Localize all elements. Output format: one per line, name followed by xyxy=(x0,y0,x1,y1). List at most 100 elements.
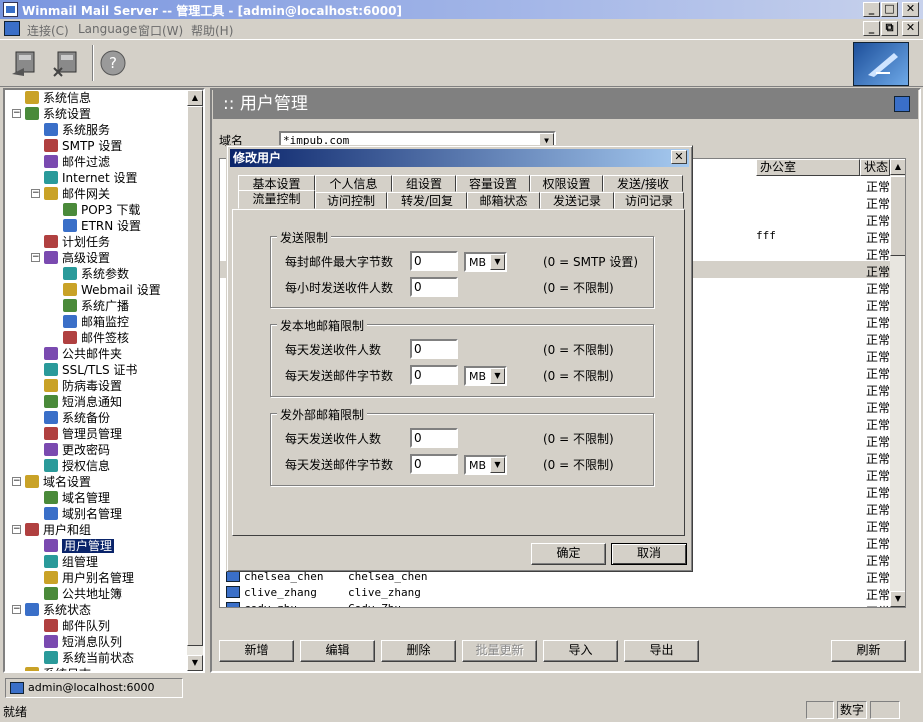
tab-row2-3[interactable]: 邮箱状态 xyxy=(467,192,540,209)
tree-item[interactable]: 邮件队列 xyxy=(44,618,110,634)
tab-3[interactable]: 容量设置 xyxy=(456,175,530,192)
tree-item[interactable]: 邮件过滤 xyxy=(44,154,110,170)
menu-language[interactable]: Language xyxy=(78,22,137,36)
chevron-down-icon[interactable]: ▼ xyxy=(490,457,505,473)
tree-item[interactable]: 系统状态 xyxy=(25,602,91,618)
refresh-button[interactable]: 刷新 xyxy=(831,640,906,662)
tree-item[interactable]: Internet 设置 xyxy=(44,170,137,186)
close-button[interactable]: ✕ xyxy=(902,2,919,17)
connection-tab[interactable]: admin@localhost:6000 xyxy=(5,678,183,698)
tree-item[interactable]: 系统广播 xyxy=(63,298,129,314)
expand-toggle-icon[interactable]: − xyxy=(12,109,21,118)
tab-row2-4[interactable]: 发送记录 xyxy=(540,192,614,209)
edit-button[interactable]: 编辑 xyxy=(300,640,375,662)
tree-item[interactable]: 更改密码 xyxy=(44,442,110,458)
disconnect-icon[interactable] xyxy=(52,46,86,80)
scroll-right-icon[interactable]: ▶ xyxy=(874,607,890,608)
tree-item[interactable]: 组管理 xyxy=(44,554,98,570)
tree-item[interactable]: SSL/TLS 证书 xyxy=(44,362,137,378)
child-close-button[interactable]: ✕ xyxy=(902,21,919,36)
tree-item[interactable]: 系统当前状态 xyxy=(44,650,134,666)
chevron-down-icon[interactable]: ▼ xyxy=(490,368,505,384)
number-input[interactable]: 0 xyxy=(410,277,458,297)
tree-item[interactable]: Webmail 设置 xyxy=(63,282,161,298)
scroll-left-icon[interactable]: ◀ xyxy=(220,607,236,608)
expand-toggle-icon[interactable]: − xyxy=(31,253,40,262)
tree-item[interactable]: 公共地址簿 xyxy=(44,586,122,602)
scroll-thumb[interactable] xyxy=(236,607,546,608)
tree-item[interactable]: 高级设置 xyxy=(44,250,110,266)
tree-item[interactable]: 授权信息 xyxy=(44,458,110,474)
list-vscrollbar[interactable]: ▲ ▼ xyxy=(890,159,905,607)
number-input[interactable]: 0 xyxy=(410,251,458,271)
number-input[interactable]: 0 xyxy=(410,365,458,385)
unit-select[interactable]: MB ▼ xyxy=(464,366,507,386)
tree-item[interactable]: 系统服务 xyxy=(44,122,110,138)
tree-item[interactable]: SMTP 设置 xyxy=(44,138,122,154)
menu-window[interactable]: 窗口(W) xyxy=(138,22,183,39)
connect-icon[interactable] xyxy=(10,46,44,80)
number-input[interactable]: 0 xyxy=(410,339,458,359)
tree-item[interactable]: ETRN 设置 xyxy=(63,218,141,234)
add-button[interactable]: 新增 xyxy=(219,640,294,662)
tree-item[interactable]: 系统备份 xyxy=(44,410,110,426)
column-status[interactable]: 状态 xyxy=(860,159,890,176)
help-icon[interactable]: ? xyxy=(98,48,132,82)
tree-item[interactable]: 短消息通知 xyxy=(44,394,122,410)
scroll-thumb[interactable] xyxy=(890,176,905,256)
tree-item[interactable]: 邮件签核 xyxy=(63,330,129,346)
expand-toggle-icon[interactable]: − xyxy=(12,477,21,486)
expand-toggle-icon[interactable]: − xyxy=(12,605,21,614)
expand-toggle-icon[interactable]: − xyxy=(31,189,40,198)
tree-item[interactable]: 域名设置 xyxy=(25,474,91,490)
scroll-up-icon[interactable]: ▲ xyxy=(890,159,905,175)
export-button[interactable]: 导出 xyxy=(624,640,699,662)
scroll-up-icon[interactable]: ▲ xyxy=(187,90,203,106)
expand-toggle-icon[interactable]: − xyxy=(12,525,21,534)
tree-item[interactable]: 邮箱监控 xyxy=(63,314,129,330)
tree-item[interactable]: 用户别名管理 xyxy=(44,570,134,586)
tree-item[interactable]: 邮件网关 xyxy=(44,186,110,202)
ok-button[interactable]: 确定 xyxy=(531,543,606,565)
tree-scrollbar[interactable]: ▲ ▼ xyxy=(187,90,203,671)
number-input[interactable]: 0 xyxy=(410,454,458,474)
menu-connect[interactable]: 连接(C) xyxy=(27,22,69,39)
navigation-tree[interactable]: 系统信息 系统设置 − 系统服务 SMTP 设置 邮件过滤 Internet 设置 邮件网关 −… xyxy=(3,88,205,673)
dialog-close-icon[interactable]: ✕ xyxy=(671,150,687,164)
tab-row2-0[interactable]: 流量控制 xyxy=(238,190,315,209)
scroll-thumb[interactable] xyxy=(187,106,203,646)
import-button[interactable]: 导入 xyxy=(543,640,618,662)
tree-item[interactable]: 计划任务 xyxy=(44,234,110,250)
tree-item[interactable]: 短消息队列 xyxy=(44,634,122,650)
child-restore-button[interactable]: ⧉ xyxy=(881,21,898,36)
unit-select[interactable]: MB ▼ xyxy=(464,455,507,475)
unit-select[interactable]: MB ▼ xyxy=(464,252,507,272)
list-hscrollbar[interactable]: ◀ ▶ xyxy=(220,607,890,608)
delete-button[interactable]: 删除 xyxy=(381,640,456,662)
tree-item[interactable]: 管理员管理 xyxy=(44,426,122,442)
tree-item[interactable]: 域名管理 xyxy=(44,490,110,506)
tree-item[interactable]: 系统信息 xyxy=(25,90,91,106)
cancel-button[interactable]: 取消 xyxy=(611,543,687,565)
tab-5[interactable]: 发送/接收 xyxy=(603,175,683,192)
tab-2[interactable]: 组设置 xyxy=(392,175,456,192)
tree-item[interactable]: 防病毒设置 xyxy=(44,378,122,394)
tree-item[interactable]: 用户和组 xyxy=(25,522,91,538)
child-minimize-button[interactable]: _ xyxy=(863,21,880,36)
column-office[interactable]: 办公室 xyxy=(756,159,860,176)
tree-item[interactable]: 系统日志 xyxy=(25,666,91,671)
tab-row2-2[interactable]: 转发/回复 xyxy=(387,192,467,209)
minimize-button[interactable]: _ xyxy=(863,2,880,17)
tree-item[interactable]: 系统设置 xyxy=(25,106,91,122)
tree-item[interactable]: 公共邮件夹 xyxy=(44,346,122,362)
scroll-down-icon[interactable]: ▼ xyxy=(890,591,905,607)
tree-item[interactable]: POP3 下载 xyxy=(63,202,140,218)
tree-item[interactable]: 域别名管理 xyxy=(44,506,122,522)
mdi-icon[interactable] xyxy=(4,21,20,36)
chevron-down-icon[interactable]: ▼ xyxy=(490,254,505,270)
tab-1[interactable]: 个人信息 xyxy=(315,175,392,192)
number-input[interactable]: 0 xyxy=(410,428,458,448)
maximize-button[interactable]: □ xyxy=(881,2,898,17)
tree-item[interactable]: 用户管理 xyxy=(44,538,115,554)
batch-update-button[interactable]: 批量更新 xyxy=(462,640,537,662)
